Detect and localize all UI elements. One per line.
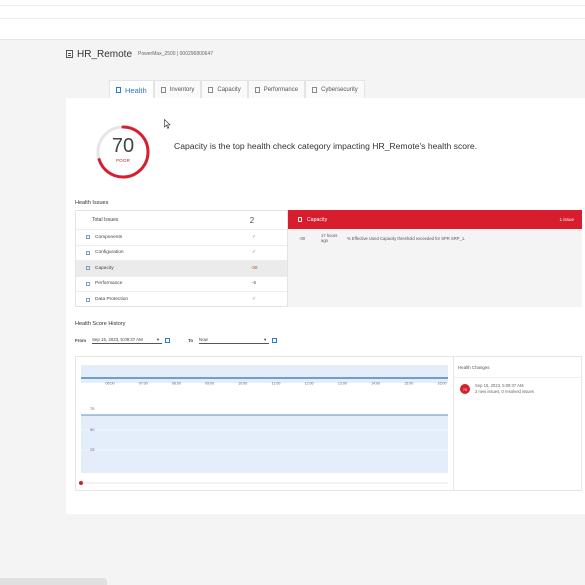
tab-performance[interactable]: Performance <box>247 80 306 98</box>
time-tick-label: 10:00 <box>238 382 247 386</box>
time-tick-label: 15:00 <box>404 382 413 386</box>
tab-capacity[interactable]: Capacity <box>201 80 248 98</box>
inventory-icon <box>160 86 166 93</box>
y-tick-label: 50 <box>90 427 95 432</box>
time-tick-label: 06:00 <box>106 382 115 386</box>
total-issues-count: 2 <box>249 215 255 225</box>
score-badge: 70 <box>460 384 470 394</box>
issue-item[interactable]: -30 17 hours ago % Effective Used Capaci… <box>288 229 582 247</box>
from-date-select[interactable]: Sep 15, 2023, 5:09:37 AM ▼ <box>91 336 162 344</box>
tab-cybersecurity[interactable]: Cybersecurity <box>305 80 365 98</box>
time-tick-label: 11:00 <box>272 382 281 386</box>
components-icon <box>86 235 90 240</box>
health-change-entry[interactable]: 70 Sep 15, 2023, 5:09:37 AM 2 new issues… <box>460 383 534 394</box>
time-tick-label: 08:00 <box>172 382 181 386</box>
time-tick-label: 07:00 <box>139 382 148 386</box>
date-range: From Sep 15, 2023, 5:09:37 AM ▼ To Now ▼ <box>75 335 278 345</box>
y-tick-label: 25 <box>90 447 95 452</box>
category-row-performance[interactable]: Performance -5 <box>76 277 287 292</box>
history-title: Health Score History <box>75 321 126 327</box>
time-tick-label: 09:00 <box>205 382 214 386</box>
calendar-icon[interactable] <box>272 337 278 343</box>
health-score-gauge: 70 POOR <box>95 124 151 180</box>
timeline-handle[interactable] <box>79 481 83 485</box>
time-tick-label: 14:00 <box>371 382 380 386</box>
time-tick-label: 12:00 <box>305 382 314 386</box>
health-changes-panel: Health Changes 70 Sep 15, 2023, 5:09:37 … <box>454 356 582 491</box>
y-tick-label: 75 <box>90 406 95 411</box>
total-issues-row: Total Issues 2 <box>76 211 287 230</box>
capacity-issue-detail: Capacity 1 issue -30 17 hours ago % Effe… <box>288 210 582 307</box>
system-name: HR_Remote <box>77 48 133 60</box>
category-row-capacity[interactable]: Capacity -30 <box>76 261 287 277</box>
issue-time: 17 hours ago <box>321 233 338 243</box>
capacity-icon <box>86 266 90 271</box>
to-date-select[interactable]: Now ▼ <box>199 336 270 344</box>
top-bar <box>0 0 585 40</box>
chevron-down-icon: ▼ <box>263 337 268 342</box>
tab-inventory[interactable]: Inventory <box>153 80 202 98</box>
capacity-icon <box>298 217 302 222</box>
health-changes-title: Health Changes <box>454 357 581 378</box>
health-issues-title: Health Issues <box>75 200 109 206</box>
health-issues-table: Total Issues 2 Components ✓ Configuratio… <box>75 210 288 307</box>
health-score-rating: POOR <box>115 158 131 163</box>
health-score-chart: 06:00 07:00 08:00 09:00 10:00 11:00 12:00 13:00… <box>75 356 454 491</box>
category-row-components[interactable]: Components ✓ <box>76 230 287 246</box>
time-tick-label: 16:00 <box>438 382 447 386</box>
tab-health[interactable]: Health <box>109 80 154 99</box>
category-row-configuration[interactable]: Configuration ✓ <box>76 246 287 261</box>
chevron-down-icon: ▼ <box>156 337 160 342</box>
storage-system-icon <box>66 50 73 58</box>
configuration-icon <box>86 250 90 255</box>
change-summary: 2 new issues, 0 resolved issues <box>475 388 534 394</box>
issue-score: -30 <box>299 235 306 241</box>
data-protection-icon <box>86 297 90 302</box>
detail-header: Capacity 1 issue <box>288 210 582 229</box>
health-icon <box>116 87 121 93</box>
performance-icon <box>86 281 90 286</box>
time-tick-label: 13:00 <box>338 382 347 386</box>
shield-icon <box>312 86 318 93</box>
issue-count: 1 issue <box>559 217 574 222</box>
performance-icon <box>254 86 260 93</box>
health-headline: Capacity is the top health check categor… <box>174 141 478 151</box>
tab-bar: Health Inventory Capacity Performance Cy… <box>109 80 365 99</box>
system-header: HR_Remote PowerMax_2500 | 000296800647 <box>66 47 213 61</box>
issue-text: % Effective Used Capacity threshold exce… <box>347 235 466 241</box>
category-row-data-protection[interactable]: Data Protection ✓ <box>76 292 287 308</box>
system-model: PowerMax_2500 | 000296800647 <box>138 51 213 57</box>
health-score-value: 70 <box>111 135 135 157</box>
mouse-pointer-icon <box>164 119 171 129</box>
calendar-icon[interactable] <box>164 337 170 343</box>
bottom-scroll-handle[interactable] <box>0 578 107 585</box>
capacity-icon <box>208 86 214 93</box>
